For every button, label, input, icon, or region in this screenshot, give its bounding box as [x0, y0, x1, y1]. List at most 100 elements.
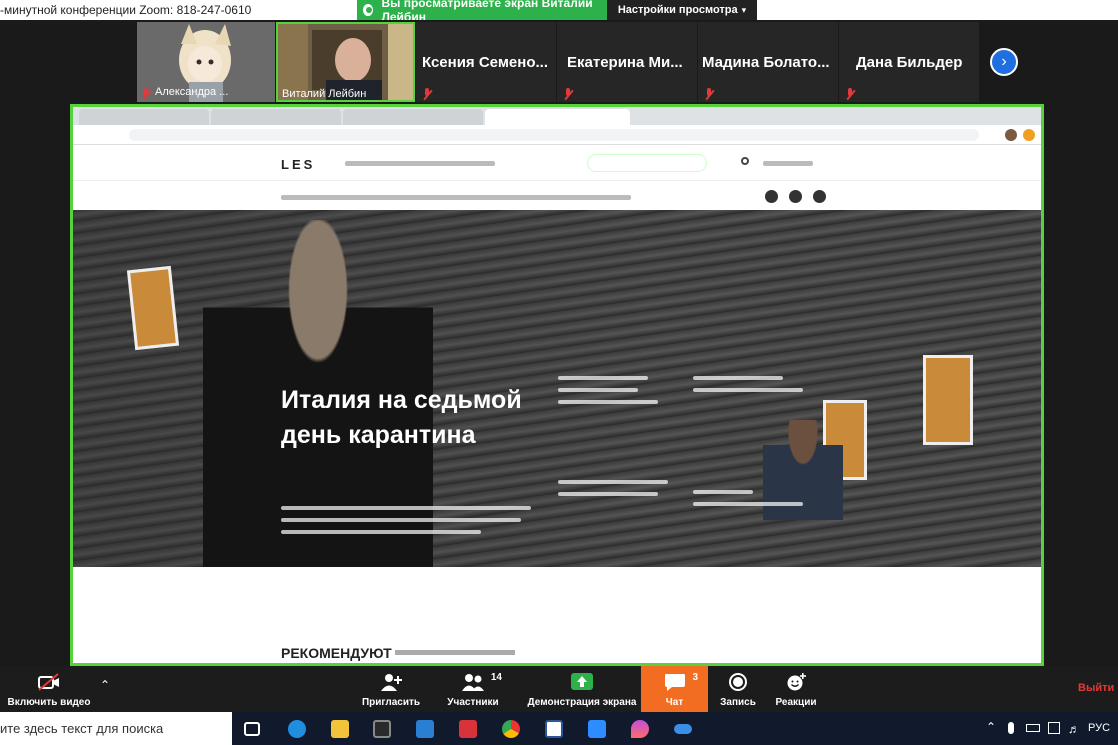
network-icon[interactable]	[1048, 722, 1060, 734]
video-off-icon	[38, 673, 59, 691]
file-explorer-icon[interactable]	[331, 720, 349, 738]
hero-title: Италия на седьмой день карантина	[281, 386, 522, 449]
language-indicator[interactable]: РУС	[1088, 722, 1110, 734]
store-icon[interactable]	[373, 720, 391, 738]
poster	[126, 265, 180, 351]
chat-label: Чат	[665, 697, 684, 708]
recommend-heading: РЕКОМЕНДУЮТ	[281, 645, 392, 661]
social-icon	[813, 190, 826, 203]
participant-name: Александра ...	[155, 86, 229, 98]
browser-tab	[343, 109, 483, 125]
participant-tile[interactable]: Екатерина Ми...	[557, 22, 697, 102]
participants-label: Участники	[447, 697, 499, 708]
chevron-up-icon: ⌃	[100, 678, 111, 692]
participant-tile[interactable]: Мадина Болато...	[698, 22, 838, 102]
participant-tile[interactable]: Александра ...	[137, 22, 275, 102]
zoom-icon[interactable]	[588, 720, 606, 738]
task-view-icon[interactable]	[244, 722, 260, 736]
site-header: LES	[73, 145, 1041, 181]
battery-icon[interactable]	[1026, 724, 1040, 732]
poster	[923, 355, 973, 445]
reactions-button[interactable]: Реакции	[770, 666, 822, 712]
onedrive-icon[interactable]	[674, 724, 692, 734]
view-options-button[interactable]: Настройки просмотра ▾	[607, 0, 757, 20]
chat-button[interactable]: Чат 3	[641, 666, 708, 712]
tray-chevron-icon[interactable]: ⌃	[986, 720, 996, 734]
mic-muted-icon	[845, 88, 855, 100]
share-screen-label: Демонстрация экрана	[527, 697, 637, 708]
participant-name: Дана Бильдер	[856, 54, 963, 71]
shield-icon	[363, 4, 374, 16]
site-subnav	[73, 181, 1041, 213]
chevron-right-icon: ›	[1001, 53, 1007, 70]
window-title: -минутной конференции Zoom: 818-247-0610	[0, 3, 252, 17]
participant-name: Ксения Семено...	[422, 54, 548, 71]
participant-tile[interactable]: Ксения Семено...	[416, 22, 556, 102]
browser-address-bar	[73, 125, 1041, 145]
chevron-down-icon: ▾	[741, 4, 747, 15]
participants-button[interactable]: Участники 14	[444, 666, 502, 712]
site-nav	[763, 161, 813, 166]
search-icon	[741, 157, 749, 165]
browser-tabbar	[73, 107, 1041, 125]
maps-icon[interactable]	[631, 720, 649, 738]
participant-name: Екатерина Ми...	[567, 54, 683, 71]
reactions-label: Реакции	[775, 697, 817, 708]
leave-meeting-button[interactable]: Выйти	[1078, 682, 1114, 694]
participant-strip: Александра ... Виталий Лейбин Ксения Сем…	[0, 20, 1118, 104]
mic-icon[interactable]	[1008, 722, 1014, 734]
add-user-icon	[381, 674, 402, 691]
search-field	[587, 154, 707, 172]
recommend-tabs	[395, 650, 515, 655]
next-page-button[interactable]: ›	[990, 48, 1018, 76]
start-video-label: Включить видео	[7, 697, 91, 708]
start-video-button[interactable]: Включить видео	[8, 666, 90, 712]
mic-muted-icon	[563, 88, 573, 100]
volume-icon[interactable]: ♬	[1068, 722, 1080, 736]
participant-tile[interactable]: Дана Бильдер	[839, 22, 979, 102]
shared-screen: LES Италия на седьмой день карантина РЕК…	[70, 104, 1044, 666]
social-icon	[789, 190, 802, 203]
browser-tab	[211, 109, 341, 125]
zoom-meeting-window: -минутной конференции Zoom: 818-247-0610…	[0, 0, 1118, 745]
share-screen-button[interactable]: Демонстрация экрана	[526, 666, 638, 712]
taskbar-search-input[interactable]: ите здесь текст для поиска	[0, 712, 232, 745]
mic-muted-icon	[141, 88, 151, 100]
chat-icon	[664, 674, 685, 691]
video-options-chevron[interactable]: ⌃	[100, 678, 110, 692]
chrome-icon[interactable]	[502, 720, 520, 738]
share-screen-icon	[571, 673, 593, 690]
chat-count: 3	[692, 672, 698, 683]
avatar	[1005, 129, 1017, 141]
edge-icon[interactable]	[288, 720, 306, 738]
site-logo: LES	[281, 157, 316, 172]
gift-icon[interactable]	[459, 720, 477, 738]
participant-name: Мадина Болато...	[702, 54, 830, 71]
meeting-toolbar: Включить видео ⌃ Пригласить Участники 14	[0, 666, 1118, 712]
mic-muted-icon	[422, 88, 432, 100]
invite-label: Пригласить	[361, 697, 421, 708]
site-nav	[345, 161, 495, 166]
record-icon	[729, 673, 747, 691]
site-subnav-items	[281, 195, 631, 200]
windows-taskbar: ите здесь текст для поиска ⌃ ♬ РУС	[0, 712, 1118, 745]
view-options-label: Настройки просмотра	[617, 4, 738, 16]
mic-muted-icon	[704, 88, 714, 100]
reactions-icon	[787, 673, 806, 691]
hero-image: Италия на седьмой день карантина	[73, 210, 1041, 567]
url-field	[129, 129, 979, 141]
browser-tab-active	[485, 109, 630, 125]
participants-count: 14	[490, 672, 502, 683]
extension-icon	[1023, 129, 1035, 141]
participant-tile-active-speaker[interactable]: Виталий Лейбин	[276, 22, 415, 102]
social-icon	[765, 190, 778, 203]
browser-tab	[79, 109, 209, 125]
screen-share-banner: Вы просматриваете экран Виталий Лейбин	[357, 0, 607, 24]
record-label: Запись	[720, 697, 756, 708]
document-icon[interactable]	[545, 720, 563, 738]
participant-name: Виталий Лейбин	[282, 88, 367, 100]
record-button[interactable]: Запись	[716, 666, 760, 712]
participants-icon	[462, 674, 484, 691]
mail-icon[interactable]	[416, 720, 434, 738]
invite-button[interactable]: Пригласить	[360, 666, 422, 712]
